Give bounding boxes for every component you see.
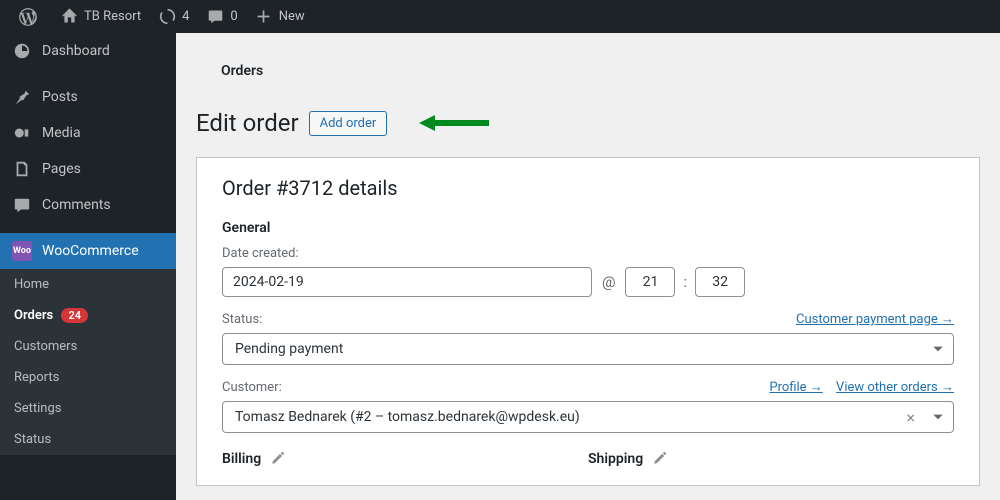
menu-posts[interactable]: Posts xyxy=(0,79,176,115)
orders-count-badge: 24 xyxy=(61,308,88,323)
wp-logo-link[interactable] xyxy=(10,0,51,33)
submenu-customers[interactable]: Customers xyxy=(0,331,176,362)
edit-billing-button[interactable] xyxy=(269,451,285,467)
admin-sidebar: Dashboard Posts Media Pages Comments Woo… xyxy=(0,33,176,500)
edit-shipping-button[interactable] xyxy=(651,451,667,467)
clear-customer-button[interactable]: × xyxy=(898,408,923,427)
menu-pages-label: Pages xyxy=(42,161,81,177)
comment-icon xyxy=(205,7,225,27)
shipping-label: Shipping xyxy=(588,451,643,467)
wordpress-icon xyxy=(18,7,38,27)
updates-count: 4 xyxy=(182,9,189,24)
comments-link[interactable]: 0 xyxy=(197,0,245,33)
page-title: Edit order xyxy=(196,109,299,137)
minute-input[interactable] xyxy=(695,267,745,297)
new-content-link[interactable]: New xyxy=(246,0,313,33)
profile-link[interactable]: Profile → xyxy=(769,380,822,395)
pin-icon xyxy=(12,87,32,107)
submenu-status[interactable]: Status xyxy=(0,424,176,455)
submenu-orders[interactable]: Orders 24 xyxy=(0,300,176,331)
chevron-down-icon xyxy=(923,342,953,356)
menu-posts-label: Posts xyxy=(42,89,78,105)
customer-select[interactable]: Tomasz Bednarek (#2 – tomasz.bednarek@wp… xyxy=(222,401,954,433)
main-content: Orders Edit order Add order Order #3712 … xyxy=(176,33,1000,500)
comments-icon xyxy=(12,195,32,215)
woocommerce-icon: Woo xyxy=(12,241,32,261)
status-value: Pending payment xyxy=(223,334,923,364)
dashboard-icon xyxy=(12,41,32,61)
date-created-label: Date created: xyxy=(222,246,954,261)
time-separator: : xyxy=(683,273,687,291)
menu-comments[interactable]: Comments xyxy=(0,187,176,223)
view-other-orders-link[interactable]: View other orders → xyxy=(836,380,954,395)
status-select[interactable]: Pending payment xyxy=(222,333,954,365)
menu-woocommerce[interactable]: Woo WooCommerce xyxy=(0,233,176,269)
submenu-settings[interactable]: Settings xyxy=(0,393,176,424)
menu-dashboard[interactable]: Dashboard xyxy=(0,33,176,69)
add-order-button[interactable]: Add order xyxy=(309,111,388,136)
date-created-input[interactable] xyxy=(222,267,592,297)
home-icon xyxy=(59,7,79,27)
menu-media[interactable]: Media xyxy=(0,115,176,151)
new-label: New xyxy=(279,9,305,24)
site-name-text: TB Resort xyxy=(84,9,141,24)
annotation-arrow-icon xyxy=(417,113,492,133)
status-label: Status: xyxy=(222,312,262,327)
pages-icon xyxy=(12,159,32,179)
menu-pages[interactable]: Pages xyxy=(0,151,176,187)
menu-dashboard-label: Dashboard xyxy=(42,43,110,59)
menu-comments-label: Comments xyxy=(42,197,111,213)
media-icon xyxy=(12,123,32,143)
order-details-panel: Order #3712 details General Date created… xyxy=(196,157,980,486)
chevron-down-icon xyxy=(923,410,953,424)
order-details-title: Order #3712 details xyxy=(222,176,954,200)
customer-value: Tomasz Bednarek (#2 – tomasz.bednarek@wp… xyxy=(223,402,898,432)
comments-count: 0 xyxy=(230,9,237,24)
menu-media-label: Media xyxy=(42,125,81,141)
customer-label: Customer: xyxy=(222,380,282,395)
site-home-link[interactable]: TB Resort xyxy=(51,0,149,33)
general-section-label: General xyxy=(222,220,954,236)
submenu-home[interactable]: Home xyxy=(0,269,176,300)
refresh-icon xyxy=(157,7,177,27)
customer-payment-page-link[interactable]: Customer payment page → xyxy=(796,312,954,327)
billing-label: Billing xyxy=(222,451,261,467)
breadcrumb-heading: Orders xyxy=(196,53,980,79)
woocommerce-submenu: Home Orders 24 Customers Reports Setting… xyxy=(0,269,176,455)
menu-woocommerce-label: WooCommerce xyxy=(42,243,139,259)
at-separator: @ xyxy=(602,273,615,291)
submenu-reports[interactable]: Reports xyxy=(0,362,176,393)
hour-input[interactable] xyxy=(625,267,675,297)
updates-link[interactable]: 4 xyxy=(149,0,197,33)
plus-icon xyxy=(254,7,274,27)
